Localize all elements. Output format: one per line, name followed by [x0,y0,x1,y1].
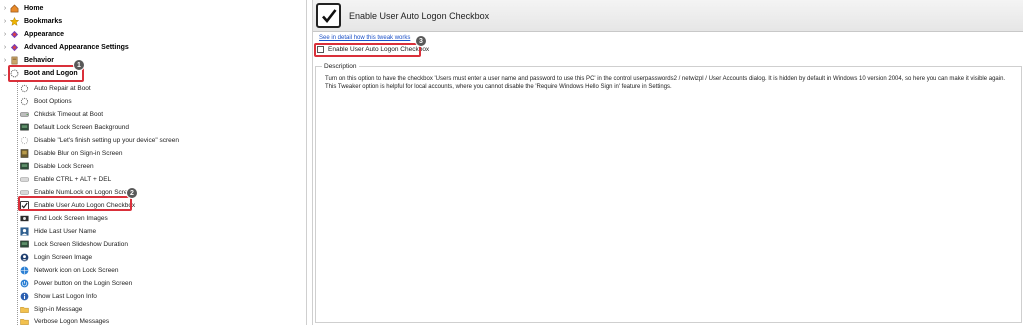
tree-child-verbose-logon[interactable]: Verbose Logon Messages [20,315,109,325]
tree-item-label: Advanced Appearance Settings [24,44,129,51]
monitor-icon [20,240,29,248]
see-detail-link[interactable]: See in detail how this tweak works [319,35,410,41]
keyboard-icon [20,177,29,182]
tree-item-label: Bookmarks [24,18,63,25]
large-checkmark-icon [316,3,341,28]
tree-child-label: Boot Options [34,98,72,105]
tree-child-label: Verbose Logon Messages [34,318,110,325]
advanced-appearance-icon [10,43,19,52]
expand-arrow-icon[interactable]: › [0,5,10,12]
tree-child-power-button[interactable]: Power button on the Login Screen [20,277,132,290]
tree-item-advanced-appearance[interactable]: › Advanced Appearance Settings [0,41,129,54]
tree-child-label: Disable "Let's finish setting up your de… [34,137,179,144]
step-badge-2: 2 [126,187,138,199]
tree-child-label: Lock Screen Slideshow Duration [34,241,128,248]
tree-child-default-lock-bg[interactable]: Default Lock Screen Background [20,121,129,134]
description-line-2: This Tweaker option is helpful for local… [325,84,672,90]
tree-child-label: Sign-in Message [34,306,83,313]
star-icon [10,17,19,26]
tree-child-ctrl-alt-del[interactable]: Enable CTRL + ALT + DEL [20,173,111,186]
tree-child-label: Find Lock Screen Images [34,215,108,222]
power-icon [20,279,29,288]
description-text: Turn on this option to have the checkbox… [325,75,1015,91]
description-legend: Description [322,63,359,70]
description-line-1: Turn on this option to have the checkbox… [325,76,1006,82]
description-group: Description Turn on this option to have … [315,63,1022,323]
tree-child-label: Show Last Logon Info [34,293,97,300]
page-title: Enable User Auto Logon Checkbox [349,10,490,21]
tree-child-label: Login Screen Image [34,254,93,261]
info-icon [20,292,29,301]
expand-arrow-icon[interactable]: › [0,44,10,51]
expand-arrow-icon[interactable]: › [0,31,10,38]
tree-child-slideshow-duration[interactable]: Lock Screen Slideshow Duration [20,238,128,251]
tree-item-home[interactable]: › Home [0,2,43,15]
expand-arrow-icon[interactable]: › [0,18,10,25]
navigation-tree: › Home › Bookmarks › Appearance › Advanc… [0,0,307,325]
spinner-icon [20,84,29,93]
tree-item-appearance[interactable]: › Appearance [0,28,64,41]
highlight-auto-logon-item [18,196,132,211]
monitor-icon [20,123,29,131]
details-panel: Enable User Auto Logon Checkbox See in d… [312,0,1024,325]
tree-child-find-lock-images[interactable]: Find Lock Screen Images [20,212,108,225]
tree-child-label: Enable NumLock on Logon Screen [34,189,135,196]
tree-child-label: Power button on the Login Screen [34,280,133,287]
user-image-icon [20,253,29,262]
tree-child-label: Enable CTRL + ALT + DEL [34,176,112,183]
expand-arrow-icon[interactable]: › [0,57,10,64]
tree-child-disable-blur[interactable]: Disable Blur on Sign-in Screen [20,147,123,160]
tree-child-disable-lock-screen[interactable]: Disable Lock Screen [20,160,94,173]
tree-child-last-logon-info[interactable]: Show Last Logon Info [20,290,97,303]
tree-child-label: Network icon on Lock Screen [34,267,119,274]
tree-child-login-screen-image[interactable]: Login Screen Image [20,251,92,264]
tree-child-boot-options[interactable]: Boot Options [20,95,72,108]
step-badge-3: 3 [415,35,427,47]
tree-item-label: Appearance [24,31,65,38]
folder-icon [20,307,29,313]
spinner-icon [20,97,29,106]
tree-child-label: Hide Last User Name [34,228,97,235]
monitor-icon [20,162,29,170]
panel-header: Enable User Auto Logon Checkbox [313,0,1023,32]
step-badge-1: 1 [73,59,85,71]
tree-child-hide-last-user[interactable]: Hide Last User Name [20,225,96,238]
appearance-icon [10,30,19,39]
behavior-icon [11,56,18,65]
folder-icon [20,319,29,325]
highlight-checkbox [314,43,421,57]
spinner-icon [20,136,29,145]
tree-child-disable-finish-setup[interactable]: Disable "Let's finish setting up your de… [20,134,179,147]
drive-icon [20,112,29,117]
tree-child-label: Auto Repair at Boot [34,85,91,92]
tree-child-auto-repair[interactable]: Auto Repair at Boot [20,82,91,95]
tree-child-label: Disable Lock Screen [34,163,94,170]
tree-item-label: Home [24,5,44,12]
camera-icon [20,215,29,222]
network-icon [20,266,29,275]
tree-child-chkdsk[interactable]: Chkdsk Timeout at Boot [20,108,103,121]
user-icon [20,227,29,236]
image-icon [20,149,29,158]
tree-item-bookmarks[interactable]: › Bookmarks [0,15,62,28]
home-icon [10,4,19,13]
tree-child-label: Disable Blur on Sign-in Screen [34,150,123,157]
tree-child-label: Chkdsk Timeout at Boot [34,111,104,118]
tree-item-label: Behavior [24,57,54,64]
tree-child-label: Default Lock Screen Background [34,124,130,131]
tree-child-network-icon[interactable]: Network icon on Lock Screen [20,264,119,277]
